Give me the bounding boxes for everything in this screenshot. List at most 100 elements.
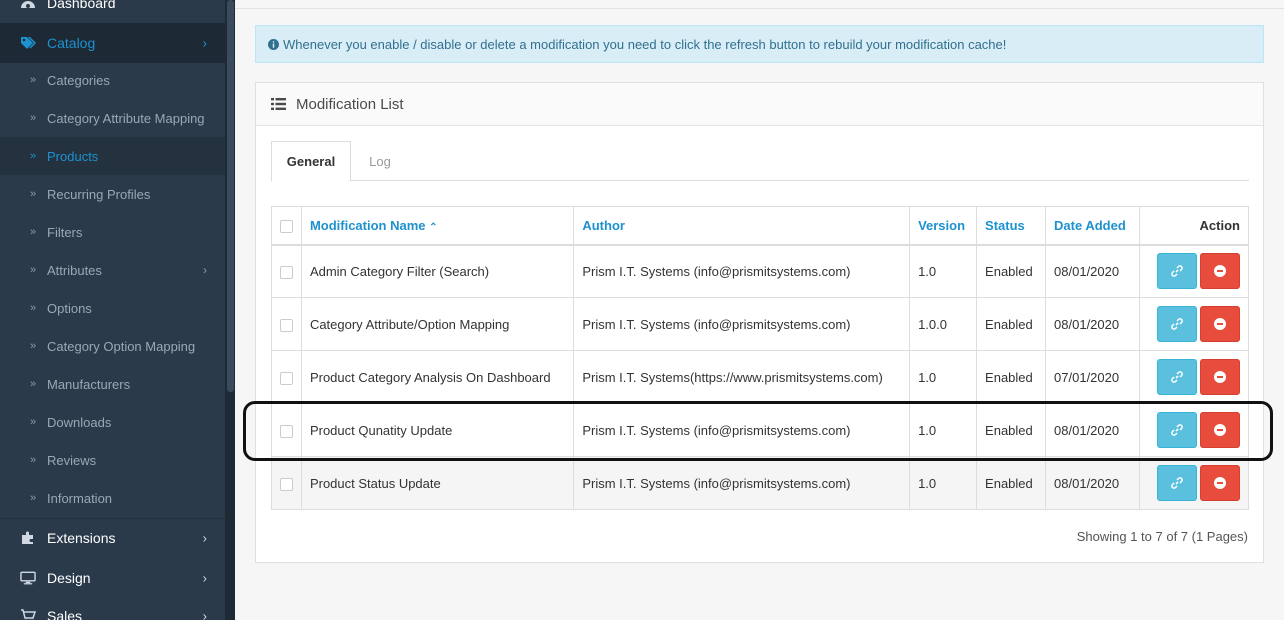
row-checkbox[interactable] <box>279 424 293 438</box>
refresh-link-button[interactable] <box>1157 465 1197 501</box>
cell-status: Enabled <box>976 456 1047 510</box>
delete-button[interactable] <box>1200 465 1240 501</box>
cell-actions <box>1138 403 1250 457</box>
refresh-link-button[interactable] <box>1157 412 1197 448</box>
table-row: Product Qunatity Update Prism I.T. Syste… <box>271 403 1250 457</box>
cell-name: Category Attribute/Option Mapping <box>300 297 575 351</box>
tab-general[interactable]: General <box>271 141 351 182</box>
caret-up-icon: ⌃ <box>429 221 438 233</box>
refresh-link-button[interactable] <box>1157 253 1197 290</box>
col-action: Action <box>1138 206 1250 246</box>
nav-sales-label: Sales <box>47 608 83 620</box>
double-chevron-icon: » <box>30 226 37 238</box>
nav-sales[interactable]: Sales › <box>0 596 225 620</box>
delete-button[interactable] <box>1200 359 1240 395</box>
tab-bar: General Log <box>271 141 1249 182</box>
cell-actions <box>1138 244 1250 298</box>
sidebar-item-information[interactable]: » Information <box>0 479 225 517</box>
row-select-cell <box>271 403 302 457</box>
sidebar-item-attributes[interactable]: » Attributes › <box>0 251 225 289</box>
row-select-cell <box>271 350 302 404</box>
double-chevron-icon: » <box>30 416 37 428</box>
row-select-cell <box>271 297 302 351</box>
sidebar-item-label: Category Attribute Mapping <box>47 110 205 126</box>
refresh-link-button[interactable] <box>1157 359 1197 395</box>
modification-list-panel: Modification List General Log Modificati… <box>255 82 1264 563</box>
chevron-right-icon: › <box>202 35 207 51</box>
sidebar-item-label: Category Option Mapping <box>47 338 196 354</box>
minus-circle-icon <box>1214 371 1226 383</box>
sidebar-item-products[interactable]: » Products <box>0 137 225 175</box>
nav-extensions[interactable]: Extensions › <box>0 518 225 558</box>
sidebar-item-downloads[interactable]: » Downloads <box>0 403 225 441</box>
row-checkbox[interactable] <box>279 477 293 491</box>
monitor-icon <box>20 571 36 585</box>
sidebar-item-label: Recurring Profiles <box>47 186 151 202</box>
sidebar-item-label: Options <box>47 300 92 316</box>
cell-date: 08/01/2020 <box>1045 403 1140 457</box>
puzzle-icon <box>20 531 36 545</box>
col-author[interactable]: Author <box>573 206 911 246</box>
sidebar-item-recurring-profiles[interactable]: » Recurring Profiles <box>0 175 225 213</box>
sidebar-item-manufacturers[interactable]: » Manufacturers <box>0 365 225 403</box>
chevron-right-icon: › <box>202 570 207 586</box>
row-checkbox[interactable] <box>279 318 293 332</box>
sidebar-item-categories[interactable]: » Categories <box>0 61 225 99</box>
nav-catalog[interactable]: Catalog › <box>0 23 225 63</box>
col-modification-name[interactable]: Modification Name ⌃ <box>300 206 575 246</box>
table-header-row: Modification Name ⌃ Author Version Statu… <box>271 206 1250 246</box>
cell-actions <box>1138 456 1250 510</box>
minus-circle-icon <box>1214 318 1226 330</box>
delete-button[interactable] <box>1200 253 1240 290</box>
cell-status: Enabled <box>976 350 1047 404</box>
cell-date: 08/01/2020 <box>1045 456 1140 510</box>
refresh-link-button[interactable] <box>1157 306 1197 342</box>
sidebar-item-filters[interactable]: » Filters <box>0 213 225 251</box>
link-icon <box>1171 371 1183 383</box>
link-icon <box>1171 265 1183 278</box>
col-version[interactable]: Version <box>909 206 978 246</box>
dashboard-icon <box>20 0 36 10</box>
col-status[interactable]: Status <box>976 206 1047 246</box>
sidebar-item-reviews[interactable]: » Reviews <box>0 441 225 479</box>
cell-version: 1.0 <box>909 403 978 457</box>
tab-log[interactable]: Log <box>351 141 409 181</box>
select-all-checkbox[interactable] <box>279 219 293 233</box>
sidebar-item-label: Manufacturers <box>47 376 131 392</box>
sidebar-item-category-option-mapping[interactable]: » Category Option Mapping <box>0 327 225 365</box>
row-checkbox[interactable] <box>279 265 293 279</box>
sidebar-item-label: Reviews <box>47 452 97 468</box>
cell-version: 1.0 <box>909 350 978 404</box>
sidebar-item-label: Attributes <box>47 262 102 278</box>
nav-design-label: Design <box>47 570 91 586</box>
cell-version: 1.0 <box>909 456 978 510</box>
nav-design[interactable]: Design › <box>0 558 225 598</box>
delete-button[interactable] <box>1200 306 1240 342</box>
cell-date: 07/01/2020 <box>1045 350 1140 404</box>
double-chevron-icon: » <box>30 150 37 162</box>
cell-name: Product Status Update <box>300 456 575 510</box>
sidebar-scrollbar-thumb[interactable] <box>227 0 234 392</box>
double-chevron-icon: » <box>30 492 37 504</box>
panel-title: Modification List <box>296 95 404 113</box>
alert-text: Whenever you enable / disable or delete … <box>283 36 1007 52</box>
delete-button[interactable] <box>1200 412 1240 448</box>
row-select-cell <box>271 244 302 298</box>
minus-circle-icon <box>1214 477 1226 489</box>
chevron-right-icon: › <box>203 263 207 277</box>
sidebar-item-category-attribute-mapping[interactable]: » Category Attribute Mapping <box>0 99 225 137</box>
cell-date: 08/01/2020 <box>1045 297 1140 351</box>
select-all-cell <box>271 206 302 246</box>
row-checkbox[interactable] <box>279 371 293 385</box>
double-chevron-icon: » <box>30 112 37 124</box>
cell-name: Admin Category Filter (Search) <box>300 244 575 298</box>
link-icon <box>1171 424 1183 436</box>
cell-author: Prism I.T. Systems (info@prismitsystems.… <box>573 456 911 510</box>
col-date-added[interactable]: Date Added <box>1045 206 1140 246</box>
double-chevron-icon: » <box>30 188 37 200</box>
nav-dashboard[interactable]: Dashboard <box>0 0 225 23</box>
info-alert: Whenever you enable / disable or delete … <box>255 25 1264 63</box>
cell-actions <box>1138 297 1250 351</box>
chevron-right-icon: › <box>202 530 207 546</box>
sidebar-item-options[interactable]: » Options <box>0 289 225 327</box>
